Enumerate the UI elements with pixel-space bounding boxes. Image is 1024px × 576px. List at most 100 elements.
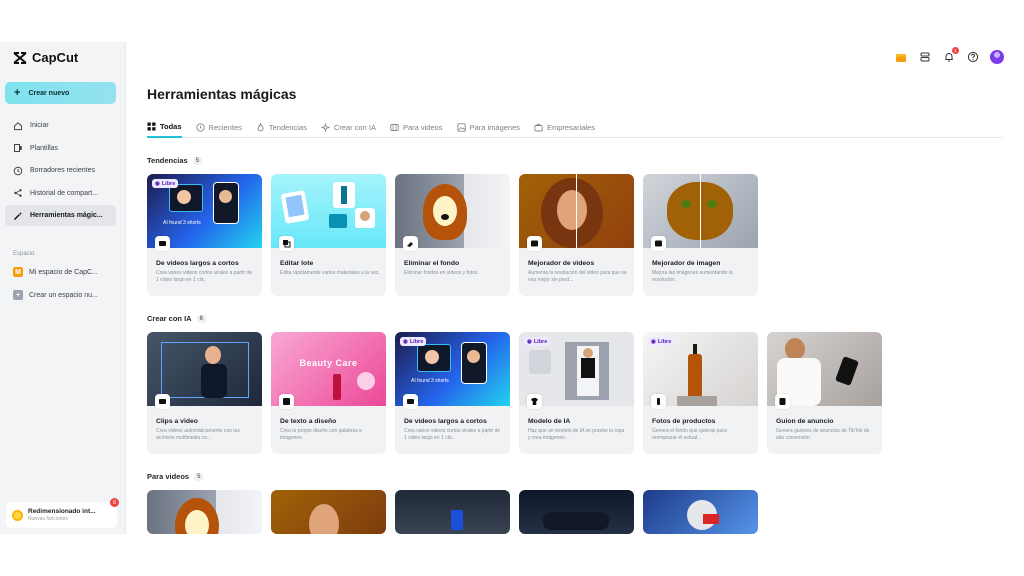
- space-avatar: M: [13, 267, 23, 277]
- home-icon: [14, 121, 22, 130]
- magic-wand-icon: [14, 211, 23, 220]
- section-title-para-videos: Para videos 5: [147, 472, 204, 481]
- create-new-button[interactable]: + Crear nuevo: [5, 82, 116, 104]
- promo-badge: 8: [110, 498, 119, 507]
- tool-card-batch-edit[interactable]: Editar lote Edita rápidamente varios mat…: [271, 174, 386, 296]
- eraser-icon: [407, 242, 413, 247]
- tab-label: Para imágenes: [469, 122, 521, 132]
- tab-todas[interactable]: Todas: [147, 116, 182, 138]
- sidebar-item-create-space[interactable]: + Crear un espacio nu...: [5, 285, 116, 305]
- free-badge-label: Libre: [409, 338, 424, 345]
- text-design-icon: [283, 398, 290, 405]
- video-scissors-icon: [159, 241, 166, 246]
- tool-description: Aumenta la resolución del video para que…: [528, 270, 627, 283]
- crown-icon: ◉: [651, 338, 656, 345]
- free-badge: ◉ Libre: [152, 179, 179, 188]
- space-label: Crear un espacio nu...: [29, 291, 98, 299]
- sidebar-item-iniciar[interactable]: Iniciar: [5, 115, 116, 136]
- tab-label: Crear con IA: [333, 122, 376, 132]
- section-title-label: Para videos: [147, 472, 190, 481]
- tool-card-video-enhancer[interactable]: Mejorador de videos Aumenta la resolució…: [519, 174, 634, 296]
- tool-card-clips-to-video[interactable]: Clips a video Crea videos automáticament…: [147, 332, 262, 454]
- tool-card-product-photos[interactable]: ◉ Libre Fotos de productos Genera el fond…: [643, 332, 758, 454]
- tool-thumbnail: [519, 490, 634, 534]
- tool-title: Editar lote: [280, 260, 314, 267]
- video-scissors-icon: [407, 399, 414, 404]
- tab-label: Recientes: [208, 122, 242, 132]
- grid-icon: [147, 122, 156, 130]
- templates-icon: [14, 144, 22, 152]
- create-new-label: Crear nuevo: [28, 89, 70, 97]
- sidebar-item-label: Historial de compart...: [30, 189, 99, 197]
- topbar-actions: 1: [894, 47, 1004, 64]
- sidebar-item-my-space[interactable]: M Mi espacio de CapC...: [5, 262, 116, 282]
- section-count: 5: [194, 472, 204, 481]
- tools-row-crear-con-ia: Clips a video Crea videos automáticament…: [147, 332, 882, 454]
- tool-description: Crea videos automáticamente con tus arch…: [156, 428, 240, 441]
- tool-type-icon: [775, 394, 790, 409]
- sidebar-item-plantillas[interactable]: Plantillas: [5, 138, 116, 159]
- tool-type-icon: [155, 394, 170, 409]
- tab-para-videos[interactable]: Para videos: [390, 116, 443, 138]
- tool-card-ad-script[interactable]: Guion de anuncio Genera guiones de anunc…: [767, 332, 882, 454]
- tool-card-partial[interactable]: [271, 490, 386, 534]
- promo-card[interactable]: Redimensionado int... Nuevas funciones 8: [6, 498, 119, 528]
- tool-card-partial[interactable]: [395, 490, 510, 534]
- image-hd-icon: [655, 240, 662, 247]
- tool-card-partial[interactable]: [519, 490, 634, 534]
- help-icon: [967, 51, 979, 63]
- tool-card-text-to-design[interactable]: Beauty Care De texto a diseño Crea tu pr…: [271, 332, 386, 454]
- plus-icon: +: [14, 86, 21, 99]
- tab-recientes[interactable]: Recientes: [195, 116, 242, 138]
- storage-button[interactable]: [918, 50, 932, 64]
- tab-label: Empresariales: [547, 122, 595, 132]
- tools-row-para-videos: [147, 490, 758, 534]
- section-count: 5: [192, 156, 203, 165]
- sidebar: CapCut + Crear nuevo Iniciar Plantillas …: [0, 42, 126, 534]
- tool-description: Crea varios videos cortos virales a part…: [404, 428, 501, 441]
- notifications-button[interactable]: 1: [942, 47, 959, 64]
- clock-icon: [195, 122, 205, 132]
- section-count: 6: [196, 314, 206, 323]
- tool-card-long-to-short[interactable]: AI found 3 shorts ◉ Libre De videos largo…: [147, 174, 262, 296]
- flame-icon: [257, 122, 264, 131]
- tool-card-image-enhancer[interactable]: Mejorador de imagen Mejora las imágenes …: [643, 174, 758, 296]
- avatar: [990, 50, 1004, 64]
- tool-description: Mejora las imágenes aumentando la resolu…: [652, 270, 733, 283]
- tool-title: De videos largos a cortos: [404, 418, 487, 425]
- layers-icon: [283, 240, 291, 248]
- section-title-tendencias: Tendencias 5: [147, 156, 203, 165]
- user-avatar-button[interactable]: [990, 50, 1004, 64]
- sidebar-nav: Iniciar Plantillas Borradores recientes …: [5, 115, 116, 228]
- tool-type-icon: [403, 236, 418, 251]
- image-icon: [456, 122, 466, 132]
- tool-description: Haz que un modelo de IA se pruebe la rop…: [528, 428, 625, 441]
- pro-gift-button[interactable]: [894, 50, 908, 64]
- film-icon: [390, 123, 399, 131]
- tool-type-icon: [403, 394, 418, 409]
- capcut-logo[interactable]: CapCut: [12, 50, 78, 65]
- tool-title: Modelo de IA: [528, 418, 571, 425]
- tab-crear-con-ia[interactable]: Crear con IA: [321, 116, 376, 138]
- tool-card-long-to-short-ai[interactable]: AI found 3 shorts ◉ Libre De videos largo…: [395, 332, 510, 454]
- tool-card-partial[interactable]: [147, 490, 262, 534]
- sidebar-item-label: Plantillas: [30, 144, 59, 152]
- page-title: Herramientas mágicas: [147, 86, 297, 102]
- tool-title: Guion de anuncio: [776, 418, 834, 425]
- app-window: CapCut + Crear nuevo Iniciar Plantillas …: [0, 42, 1024, 534]
- sidebar-item-herramientas[interactable]: Herramientas mágic...: [5, 205, 116, 226]
- tab-para-imagenes[interactable]: Para imágenes: [456, 116, 521, 138]
- sidebar-item-label: Borradores recientes: [30, 167, 95, 174]
- tools-row-tendencias: AI found 3 shorts ◉ Libre De videos largo…: [147, 174, 758, 296]
- tool-title: Clips a video: [156, 418, 198, 425]
- tab-tendencias[interactable]: Tendencias: [256, 116, 307, 138]
- tab-empresariales[interactable]: Empresariales: [534, 116, 595, 138]
- sidebar-item-historial[interactable]: Historial de compart...: [5, 183, 116, 204]
- sidebar-item-borradores[interactable]: Borradores recientes: [5, 160, 116, 181]
- tab-bar: Todas Recientes Tendencias Crear con IA …: [147, 116, 1002, 138]
- tool-card-remove-background[interactable]: Eliminar el fondo Eliminar fondos en vid…: [395, 174, 510, 296]
- tool-card-partial[interactable]: [643, 490, 758, 534]
- help-button[interactable]: [966, 50, 980, 64]
- tool-card-ai-model[interactable]: ◉ Libre Modelo de IA Haz que un modelo de…: [519, 332, 634, 454]
- notification-badge: 1: [952, 47, 959, 54]
